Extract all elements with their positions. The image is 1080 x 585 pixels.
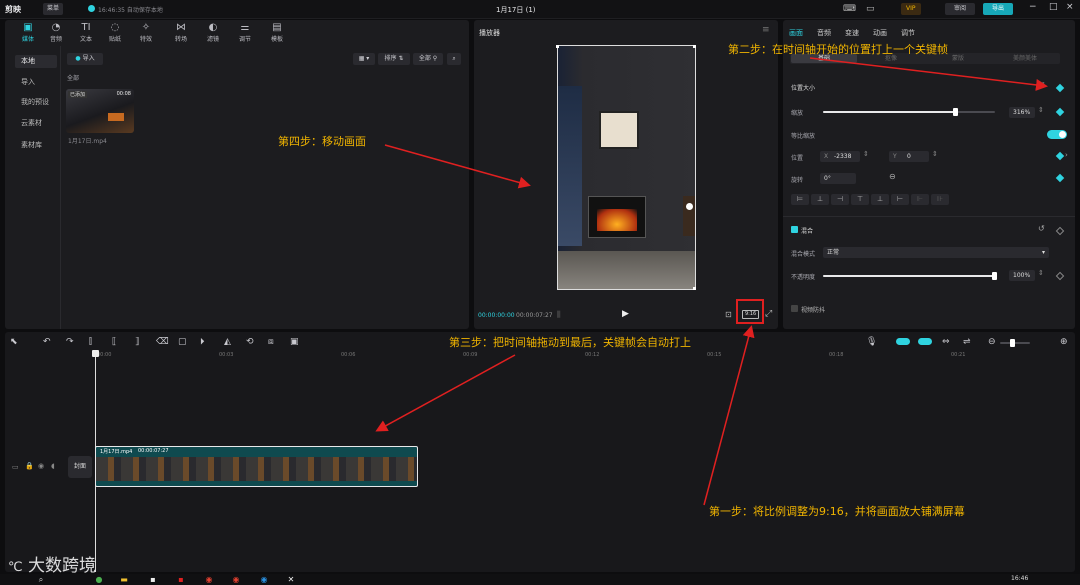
capcut-icon[interactable]: ✕ xyxy=(285,575,297,585)
search-icon[interactable]: ⌕ xyxy=(35,575,47,585)
edge-icon[interactable]: ◉ xyxy=(258,575,270,585)
clock: 16:46 xyxy=(1011,575,1029,582)
app-icon[interactable]: ▪ xyxy=(147,575,159,585)
arrow-step4 xyxy=(384,144,531,189)
taskbar xyxy=(0,574,1080,585)
arrow-step1 xyxy=(703,325,755,506)
annotation-arrows xyxy=(375,57,1048,506)
chrome-icon[interactable]: ◉ xyxy=(203,575,215,585)
app-icon[interactable]: ● xyxy=(93,575,105,585)
watermark: ℃ 大数跨境 xyxy=(8,556,97,576)
folder-icon[interactable]: ▬ xyxy=(118,575,130,585)
app-window: 剪映 菜单 16:46:35 自动保存本地 1月17日 (1) ⌨ ▭ VIP … xyxy=(0,0,1080,585)
chrome-icon[interactable]: ◉ xyxy=(230,575,242,585)
arrow-step3 xyxy=(375,354,516,432)
arrow-step2 xyxy=(809,57,1048,91)
watermark-logo-icon: ℃ xyxy=(8,560,23,575)
app-icon[interactable]: ▪ xyxy=(175,575,187,585)
